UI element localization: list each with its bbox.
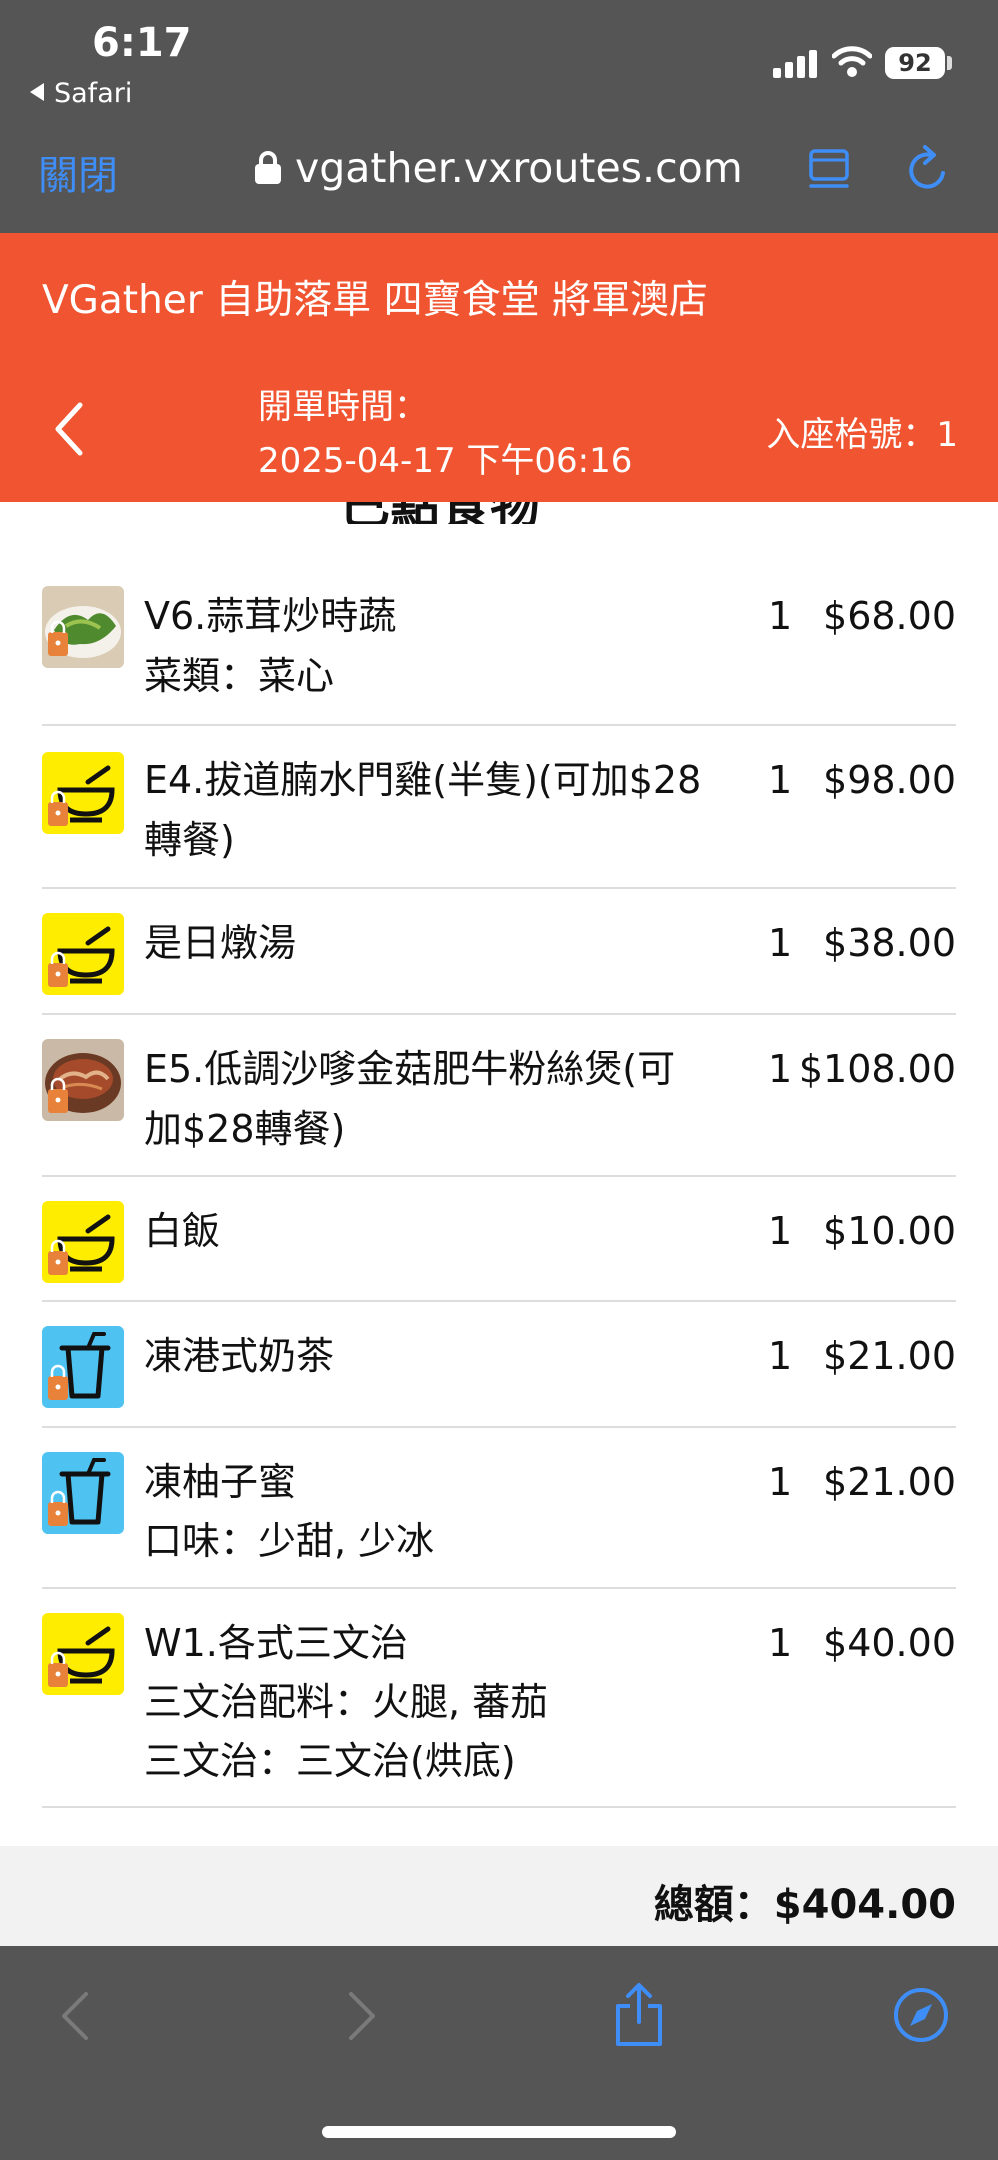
share-icon[interactable] [612,1982,666,2048]
item-price: $108.00 [798,1047,956,1091]
item-name: 白飯 [144,1209,221,1253]
item-quantity: 1 [768,1460,793,1504]
item-name: V6.蒜茸炒時蔬 [144,594,397,638]
address-bar[interactable]: vgather.vxroutes.com [255,143,743,193]
store-title: VGather 自助落單 四寶食堂 將軍澳店 [42,278,709,323]
list-item[interactable]: 凍港式奶茶 1 $21.00 [42,1302,956,1428]
item-price: $98.00 [823,758,956,802]
lock-icon [255,151,281,185]
beef-claypot-photo [42,1039,124,1121]
item-name: E4.拔道腩水門雞(半隻)(可加$28轉餐) [144,758,702,862]
item-option: 三文治配料：火腿, 蕃茄 [144,1680,549,1724]
item-quantity: 1 [768,1209,793,1253]
item-quantity: 1 [768,758,793,802]
list-item[interactable]: E4.拔道腩水門雞(半隻)(可加$28轉餐) 1 $98.00 [42,726,956,889]
battery-nub [947,56,952,70]
reader-view-icon[interactable] [808,148,850,192]
order-total: 總額：$404.00 [653,1882,956,1928]
section-heading: 已點食物 [0,502,998,524]
compass-icon[interactable] [892,1986,950,2044]
bowl-icon [42,1613,124,1695]
item-name: E5.低調沙嗲金菇肥牛粉絲煲(可加$28轉餐) [144,1047,676,1151]
section-heading-text: 已點食物 [340,502,540,524]
wifi-icon [832,46,872,77]
item-price: $10.00 [823,1209,956,1253]
cellular-signal-icon [773,50,817,78]
back-to-app-link[interactable]: Safari [30,78,132,109]
item-name: W1.各式三文治 [144,1621,408,1665]
item-name: 是日燉湯 [144,921,297,965]
battery-icon: 92 [885,47,945,79]
status-time: 6:17 [92,20,192,66]
bowl-icon [42,913,124,995]
back-app-label: Safari [54,78,133,109]
item-name: 凍港式奶茶 [144,1334,335,1378]
browser-bottom-bar [0,1946,998,2160]
back-triangle-icon [30,83,44,101]
item-price: $40.00 [823,1621,956,1665]
back-arrow-icon[interactable] [52,401,86,457]
list-item[interactable]: W1.各式三文治 三文治配料：火腿, 蕃茄 三文治：三文治(烘底) 1 $40.… [42,1589,956,1808]
item-quantity: 1 [768,1047,793,1091]
bowl-icon [42,752,124,834]
cup-icon [42,1452,124,1534]
item-price: $21.00 [823,1334,956,1378]
item-option: 三文治：三文治(烘底) [144,1739,516,1783]
order-header: VGather 自助落單 四寶食堂 將軍澳店 開單時間： 2025-04-17 … [0,233,998,502]
list-item[interactable]: 凍柚子蜜 口味：少甜, 少冰 1 $21.00 [42,1428,956,1589]
browser-forward-icon[interactable] [345,1988,381,2044]
stir-fry-vegetable-photo [42,586,124,668]
list-item[interactable]: E5.低調沙嗲金菇肥牛粉絲煲(可加$28轉餐) 1 $108.00 [42,1015,956,1177]
seat-number: 入座枱號：1 [766,415,958,455]
browser-top-bar: 6:17 Safari 92 關閉 vgather.vxroutes.com [0,0,998,233]
home-indicator[interactable] [322,2126,676,2138]
close-button[interactable]: 關閉 [38,143,118,201]
item-option: 菜類：菜心 [144,654,335,698]
total-bar: 總額：$404.00 [0,1846,998,1946]
item-price: $38.00 [823,921,956,965]
bowl-icon [42,1201,124,1283]
url-text: vgather.vxroutes.com [295,144,743,192]
item-quantity: 1 [768,921,793,965]
list-item[interactable]: 是日燉湯 1 $38.00 [42,889,956,1015]
item-quantity: 1 [768,594,793,638]
list-item[interactable]: V6.蒜茸炒時蔬 菜類：菜心 1 $68.00 [42,524,956,726]
open-time-value: 2025-04-17 下午06:16 [258,441,633,481]
list-item[interactable]: 白飯 1 $10.00 [42,1177,956,1302]
reload-icon[interactable] [905,145,951,193]
item-option: 口味：少甜, 少冰 [144,1519,435,1563]
browser-back-icon[interactable] [56,1988,92,2044]
open-time-label: 開單時間： [258,387,428,427]
cup-icon [42,1326,124,1408]
item-name: 凍柚子蜜 [144,1460,297,1504]
order-item-list: V6.蒜茸炒時蔬 菜類：菜心 1 $68.00 E4.拔道腩水門雞(半隻)(可加… [42,524,956,1808]
item-price: $21.00 [823,1460,956,1504]
item-quantity: 1 [768,1334,793,1378]
item-price: $68.00 [823,594,956,638]
item-quantity: 1 [768,1621,793,1665]
